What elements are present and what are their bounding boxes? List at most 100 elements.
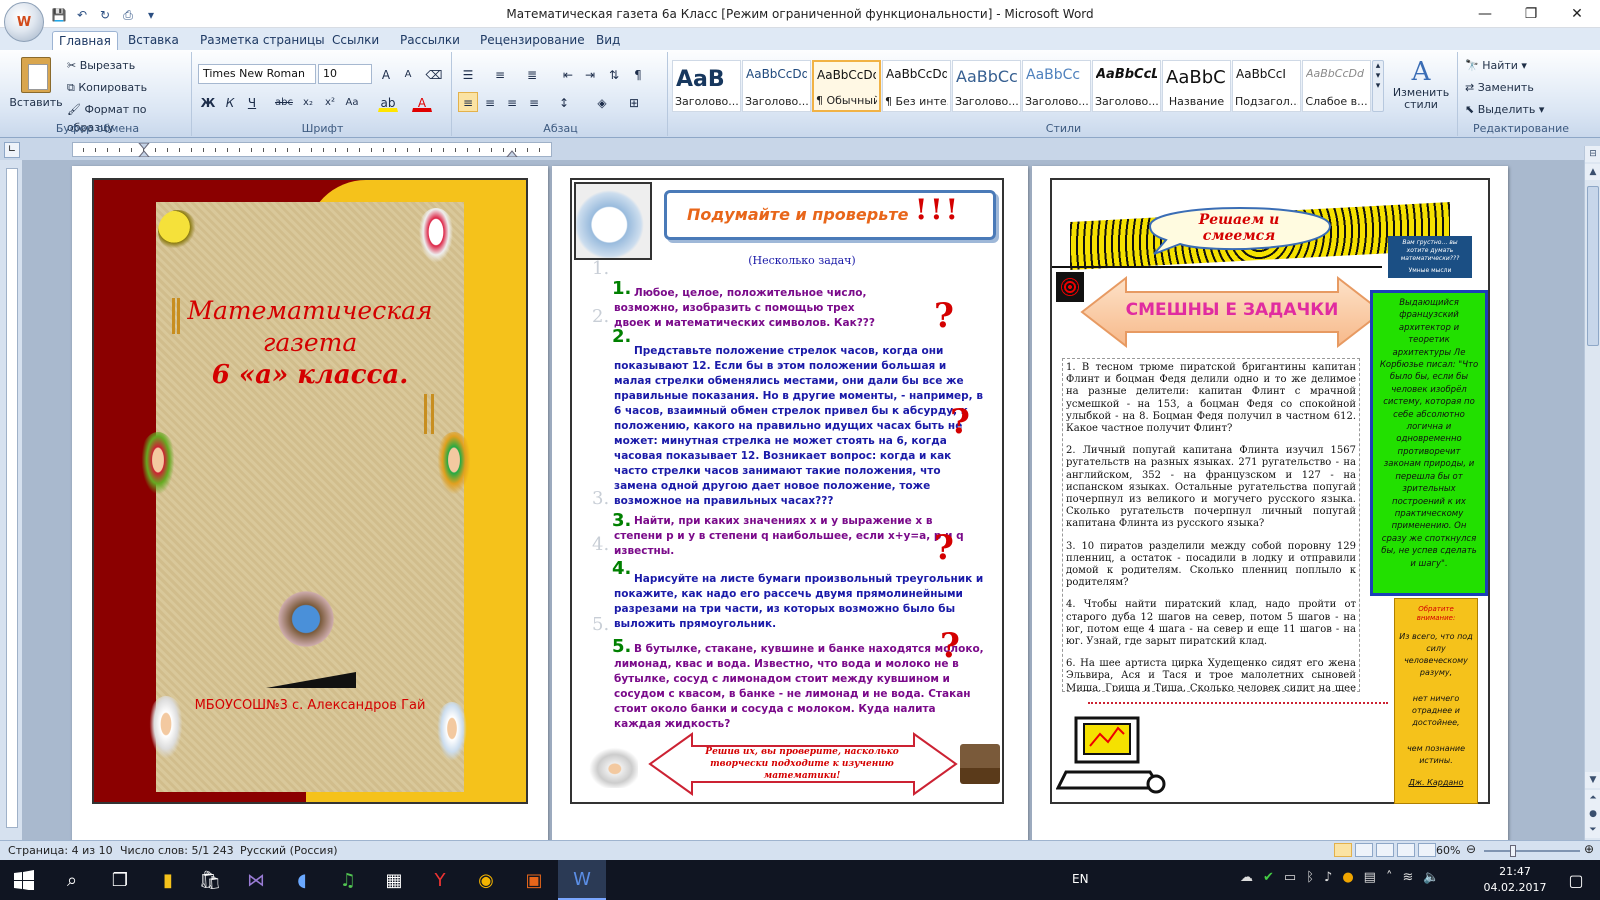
strikethrough-icon[interactable]: abc <box>274 92 294 112</box>
clock[interactable]: 21:47 04.02.2017 <box>1480 864 1550 896</box>
ruler-toggle-icon[interactable]: ⊟ <box>1585 146 1600 162</box>
visual-studio-icon[interactable]: ⋈ <box>232 860 280 900</box>
calculator-icon[interactable]: ▦ <box>370 860 418 900</box>
style-heading-3[interactable]: AaBbCc Заголово... <box>952 60 1021 112</box>
check-icon[interactable]: ✔ <box>1263 870 1274 885</box>
web-view-icon[interactable] <box>1376 843 1394 857</box>
chevron-up-icon[interactable]: ˄ <box>1386 870 1393 885</box>
decrease-indent-icon[interactable]: ⇤ <box>558 64 578 84</box>
align-center-icon[interactable]: ≡ <box>480 92 500 112</box>
select-button[interactable]: ⬉ Выделить ▾ <box>1464 100 1545 118</box>
store-icon[interactable]: 🛍 <box>186 860 234 900</box>
language-indicator[interactable]: Русский (Россия) <box>240 844 338 857</box>
tab-insert[interactable]: Вставка <box>122 31 185 50</box>
chrome-icon[interactable]: ◉ <box>462 860 510 900</box>
word-count[interactable]: Число слов: 5/1 243 <box>120 844 234 857</box>
monitor-icon[interactable]: ▭ <box>1284 870 1296 885</box>
bold-icon[interactable]: Ж <box>198 92 218 112</box>
change-case-icon[interactable]: Aa <box>342 92 362 112</box>
subscript-icon[interactable]: x₂ <box>298 92 318 112</box>
word-icon[interactable]: W <box>558 860 606 900</box>
yandex-browser-icon[interactable]: Y <box>416 860 464 900</box>
style-subtitle[interactable]: AaBbCcI Подзагол... <box>1232 60 1301 112</box>
media-icon[interactable]: ♪ <box>1324 870 1332 885</box>
tab-review[interactable]: Рецензирование <box>474 31 591 50</box>
multilevel-list-icon[interactable]: ≣ <box>522 64 542 84</box>
file-explorer-icon[interactable]: ▮ <box>144 860 192 900</box>
zoom-slider-thumb[interactable] <box>1510 845 1516 857</box>
tab-references[interactable]: Ссылки <box>326 31 385 50</box>
horizontal-ruler[interactable] <box>72 142 552 158</box>
tab-selector-icon[interactable]: ∟ <box>4 142 20 158</box>
style-title[interactable]: AaBbC Название <box>1162 60 1231 112</box>
bullets-icon[interactable]: ☰ <box>458 64 478 84</box>
next-page-button[interactable]: ⏷ <box>1585 822 1600 838</box>
clear-format-icon[interactable]: ⌫ <box>424 64 444 84</box>
numbering-icon[interactable]: ≡ <box>490 64 510 84</box>
scroll-down-button[interactable]: ▼ <box>1585 772 1600 788</box>
scroll-thumb[interactable] <box>1587 186 1599 346</box>
tab-page-layout[interactable]: Разметка страницы <box>194 31 331 50</box>
wifi-icon[interactable]: ≋ <box>1402 870 1413 885</box>
page-indicator[interactable]: Страница: 4 из 10 <box>8 844 113 857</box>
search-icon[interactable]: ⌕ <box>48 860 96 900</box>
style-heading-2[interactable]: AaBbCcDd Заголово... <box>742 60 811 112</box>
powerpoint-icon[interactable]: ▣ <box>510 860 558 900</box>
outline-view-icon[interactable] <box>1397 843 1415 857</box>
update-icon[interactable]: ● <box>1342 870 1353 885</box>
style-no-spacing[interactable]: AaBbCcDd¶ Без инте... <box>882 60 951 112</box>
cut-button[interactable]: ✂ Вырезать <box>66 56 136 74</box>
align-right-icon[interactable]: ≡ <box>502 92 522 112</box>
shrink-font-icon[interactable]: A <box>398 64 418 84</box>
input-language[interactable]: EN <box>1072 872 1089 886</box>
italic-icon[interactable]: К <box>220 92 240 112</box>
grow-font-icon[interactable]: A <box>376 64 396 84</box>
borders-icon[interactable]: ⊞ <box>624 92 644 112</box>
vertical-scrollbar[interactable]: ⊟ ▲ ▼ ⏶ ● ⏷ <box>1584 146 1600 840</box>
audio-app-icon[interactable]: ◖ <box>278 860 326 900</box>
highlight-icon[interactable]: ab <box>378 92 398 112</box>
tab-mailings[interactable]: Рассылки <box>394 31 466 50</box>
paste-button[interactable]: Вставить <box>8 54 64 118</box>
music-app-icon[interactable]: ♫ <box>324 860 372 900</box>
page-cover[interactable]: Математическая газета 6 «а» класса. МБОУ… <box>72 166 548 840</box>
bluetooth-icon[interactable]: ᛒ <box>1306 870 1314 885</box>
windows-start-icon[interactable] <box>0 860 48 900</box>
zoom-level[interactable]: 60% <box>1436 844 1460 857</box>
superscript-icon[interactable]: x² <box>320 92 340 112</box>
page-problems[interactable]: Подумайте и проверьте !!! (Несколько зад… <box>552 166 1028 840</box>
style-heading-5[interactable]: AaBbCcL Заголово... <box>1092 60 1161 112</box>
office-button[interactable]: W <box>4 2 44 42</box>
style-normal[interactable]: AaBbCcDd ¶ Обычный <box>812 60 881 112</box>
sort-icon[interactable]: ⇅ <box>604 64 624 84</box>
increase-indent-icon[interactable]: ⇥ <box>580 64 600 84</box>
scroll-up-button[interactable]: ▲ <box>1585 164 1600 180</box>
minimize-button[interactable]: — <box>1462 0 1508 28</box>
copy-button[interactable]: ⧉ Копировать <box>66 78 148 96</box>
find-button[interactable]: 🔭 Найти ▾ <box>1464 56 1528 74</box>
pilcrow-icon[interactable]: ¶ <box>628 64 648 84</box>
style-heading-1[interactable]: АаВ Заголово... <box>672 60 741 112</box>
zoom-in-icon[interactable]: ⊕ <box>1584 842 1594 856</box>
print-icon[interactable]: ⎙ <box>119 5 137 23</box>
zoom-out-icon[interactable]: ⊖ <box>1466 842 1476 856</box>
underline-icon[interactable]: Ч <box>242 92 262 112</box>
save-icon[interactable]: 💾 <box>50 5 68 23</box>
justify-icon[interactable]: ≡ <box>524 92 544 112</box>
style-subtle-emphasis[interactable]: AaBbCcDd Слабое в... <box>1302 60 1371 112</box>
page-funny-problems[interactable]: Решаем и смеемся Вам грустно… вы хотите … <box>1032 166 1508 840</box>
notes-icon[interactable]: ▤ <box>1364 870 1376 885</box>
replace-button[interactable]: ⇄ Заменить <box>1464 78 1535 96</box>
styles-scroll[interactable]: ▴ ▾ ▾ <box>1372 60 1384 112</box>
volume-icon[interactable]: 🔈 <box>1423 870 1439 885</box>
undo-icon[interactable]: ↶ <box>73 5 91 23</box>
vertical-ruler[interactable] <box>6 168 18 828</box>
customize-qat-icon[interactable]: ▾ <box>142 5 160 23</box>
reading-view-icon[interactable] <box>1355 843 1373 857</box>
change-styles-button[interactable]: A Изменить стили <box>1388 56 1454 118</box>
font-color-icon[interactable]: A <box>412 92 432 112</box>
draft-view-icon[interactable] <box>1418 843 1436 857</box>
browse-object-button[interactable]: ● <box>1585 806 1600 822</box>
zoom-slider[interactable] <box>1484 850 1580 852</box>
cloud-icon[interactable]: ☁ <box>1240 870 1253 885</box>
